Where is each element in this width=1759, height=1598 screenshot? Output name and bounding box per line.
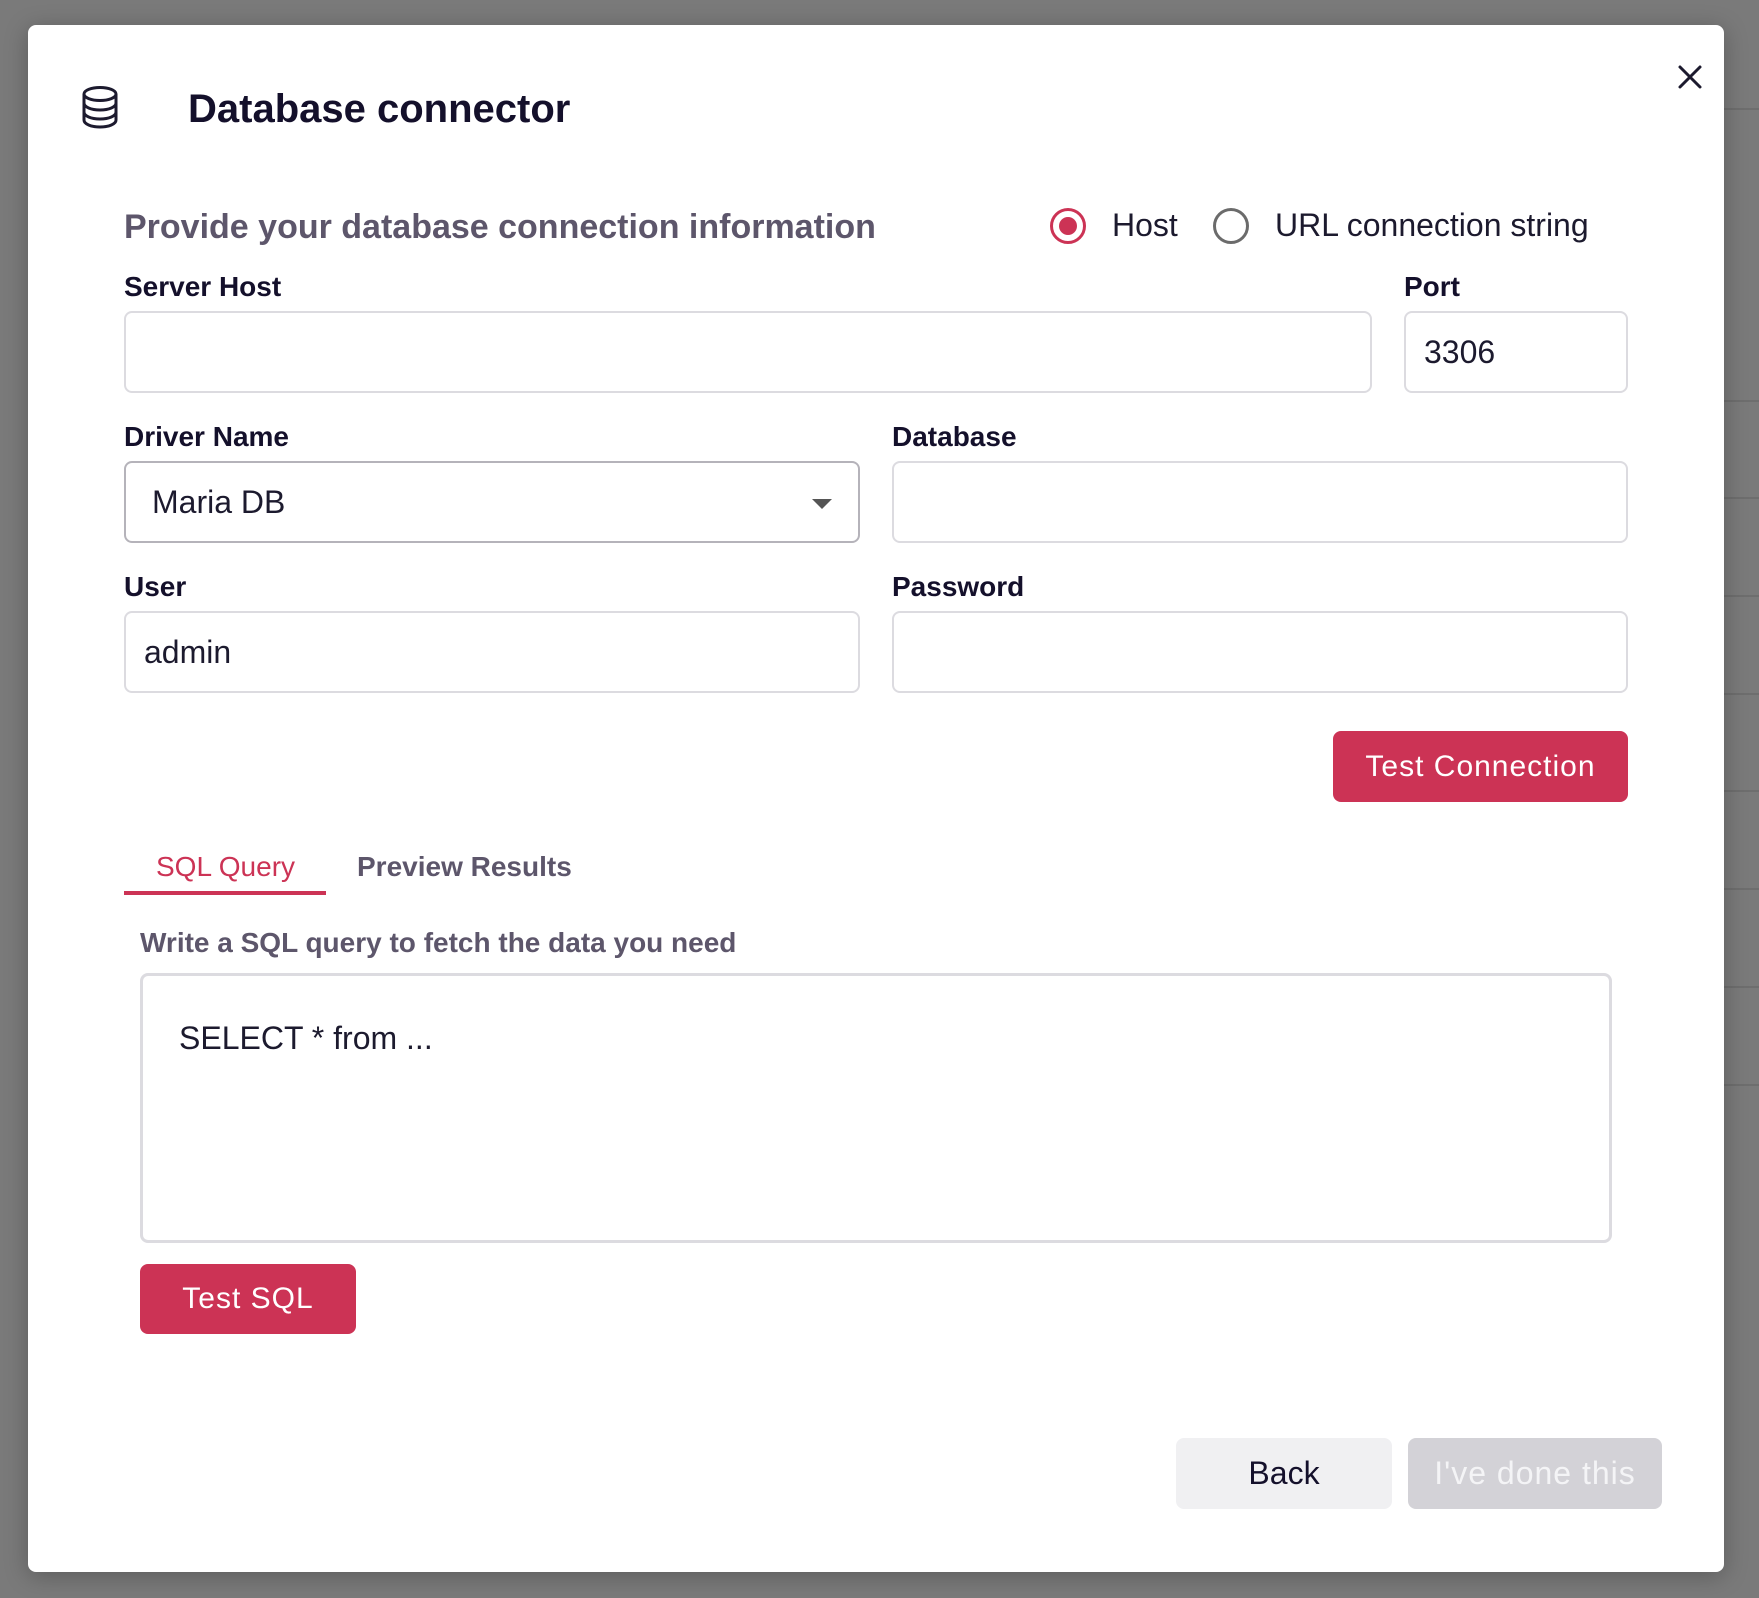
database-input[interactable]: [892, 461, 1628, 543]
back-button[interactable]: Back: [1176, 1438, 1392, 1509]
driver-name-select[interactable]: Maria DB: [124, 461, 860, 543]
database-icon: [82, 86, 118, 129]
user-label: User: [124, 571, 187, 602]
radio-url-label: URL connection string: [1275, 207, 1589, 243]
radio-url-connection-string[interactable]: URL connection string: [1213, 207, 1589, 244]
active-tab-indicator: [124, 891, 326, 895]
connection-subtitle: Provide your database connection informa…: [124, 208, 876, 246]
sql-query-editor[interactable]: SELECT * from ...: [140, 973, 1612, 1243]
user-input[interactable]: admin: [124, 611, 860, 693]
test-sql-button[interactable]: Test SQL: [140, 1264, 356, 1334]
tab-preview-results[interactable]: Preview Results: [357, 851, 572, 883]
test-connection-button[interactable]: Test Connection: [1333, 731, 1628, 802]
driver-name-value: Maria DB: [152, 484, 286, 520]
radio-selected-icon: [1050, 207, 1086, 244]
password-input[interactable]: [892, 611, 1628, 693]
sql-hint: Write a SQL query to fetch the data you …: [140, 927, 737, 958]
database-label: Database: [892, 421, 1017, 452]
driver-name-label: Driver Name: [124, 421, 289, 452]
password-label: Password: [892, 571, 1025, 602]
tab-sql-query[interactable]: SQL Query: [156, 851, 295, 883]
done-button[interactable]: I've done this: [1408, 1438, 1662, 1509]
server-host-input[interactable]: [124, 311, 1372, 393]
port-input[interactable]: 3306: [1404, 311, 1628, 393]
dropdown-arrow-icon: [812, 499, 832, 509]
database-connector-dialog: Database connector Provide your database…: [28, 25, 1724, 1572]
dialog-title: Database connector: [188, 87, 571, 131]
close-icon[interactable]: [1668, 55, 1712, 99]
radio-host-label: Host: [1112, 207, 1178, 243]
server-host-label: Server Host: [124, 271, 282, 302]
radio-host[interactable]: Host: [1050, 207, 1178, 244]
port-label: Port: [1404, 271, 1460, 302]
radio-unselected-icon: [1213, 207, 1249, 244]
